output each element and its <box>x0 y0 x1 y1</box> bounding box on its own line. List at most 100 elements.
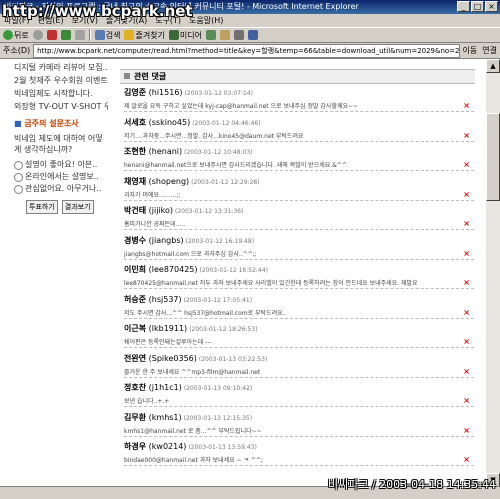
comment-header: 허승준 (hsj537) (2003-01-12 17:05:41) <box>124 294 474 305</box>
comment-header: 전완연 (Spike0356) (2003-01-13 03:22:53) <box>124 353 474 364</box>
vote-button[interactable]: 투표하기 <box>26 200 58 214</box>
comment-author[interactable]: 서세호 <box>124 118 146 127</box>
sidebar-item[interactable]: 외장형 TV-OUT V-SHOT 우.. <box>0 100 108 113</box>
media-label: 미디어 <box>179 30 203 40</box>
comment-header: 채영재 (shopeng) (2003-01-12 12:29:28) <box>124 176 474 187</box>
delete-x-icon[interactable]: × <box>463 396 470 405</box>
delete-x-icon[interactable]: × <box>463 308 470 317</box>
comment-author[interactable]: 정호찬 <box>124 383 146 392</box>
comment-divider <box>124 376 474 378</box>
comment-author[interactable]: 조현한 <box>124 147 146 156</box>
comment-user-id: (kw0214) <box>148 442 187 451</box>
sidebar-item[interactable]: 빅네임제도 시작합니다. <box>0 87 108 100</box>
favorites-button[interactable]: 즐겨찾기 <box>124 30 165 41</box>
comment-author[interactable]: 하경우 <box>124 442 146 451</box>
sidebar-item[interactable]: 2월 첫재주 우수회원 이벤트.. <box>0 74 108 87</box>
comment-author[interactable]: 경병수 <box>124 236 146 245</box>
vertical-scrollbar[interactable]: ▲ ▼ <box>486 59 500 487</box>
comment-user-id: (sskino45) <box>148 117 191 127</box>
refresh-icon[interactable] <box>60 30 71 40</box>
comment-user-id: (jiangbs) <box>148 235 184 245</box>
comment-author[interactable]: 허승준 <box>124 295 146 304</box>
back-arrow-icon <box>3 30 13 40</box>
forward-arrow-icon[interactable] <box>32 30 43 40</box>
poll-option[interactable]: 온라인에서는 설명보.. <box>0 171 108 183</box>
delete-x-icon[interactable]: × <box>463 278 470 287</box>
poll-option-label: 설명이 좋아요! 이븐.. <box>25 160 98 169</box>
radio-button[interactable] <box>14 172 23 182</box>
watermark-url: http://www.bcpark.net <box>2 2 193 20</box>
comment-author[interactable]: 김영준 <box>124 88 146 97</box>
mail-icon[interactable] <box>220 30 231 40</box>
watermark-timestamp: 비씨파크 / 2003-04-18 14:35:44 <box>327 478 496 491</box>
links-button[interactable]: 연결 <box>482 45 500 56</box>
search-label: 검색 <box>105 30 121 40</box>
comment-author[interactable]: 박건태 <box>124 206 146 215</box>
comment-item: 박건태 (jijiko) (2003-01-12 13:31:36) 홈피가니깐 공… <box>124 205 474 230</box>
comment-user-id: (shopeng) <box>148 176 190 186</box>
comment-user-id: (kmhs1) <box>148 412 182 422</box>
comment-divider <box>124 229 474 230</box>
sidebar-item[interactable]: 디지털 카메라 리뷰어 모집.. <box>0 61 108 74</box>
home-icon[interactable] <box>74 30 85 40</box>
delete-x-icon[interactable]: × <box>463 190 470 199</box>
menu-help[interactable]: 도움말(H) <box>189 14 223 27</box>
comment-date: (2003-01-12 04:46:46) <box>192 119 261 127</box>
comment-date: (2003-01-12 16:19:48) <box>185 237 255 245</box>
minimize-button[interactable]: _ <box>457 1 470 12</box>
poll-option[interactable]: 관심없어요. 아무거나.. <box>0 183 108 195</box>
search-button[interactable]: 검색 <box>94 30 121 41</box>
comment-divider <box>124 347 474 348</box>
stop-icon[interactable] <box>46 30 57 40</box>
comment-date: (2003-01-12 16:52:44) <box>199 267 268 274</box>
favorites-label: 즐겨찾기 <box>135 30 165 40</box>
comment-divider <box>124 199 474 201</box>
delete-x-icon[interactable]: × <box>463 337 470 346</box>
scroll-thumb[interactable] <box>486 113 500 201</box>
close-button[interactable]: × <box>485 1 498 12</box>
address-input[interactable]: http://www.bcpark.net/computer/read.html… <box>33 43 460 58</box>
maximize-button[interactable]: □ <box>471 1 484 12</box>
comment-date: (2003-01-13 09:10:42) <box>183 385 253 392</box>
comment-author[interactable]: 김무환 <box>124 413 146 422</box>
comment-item: 서세호 (sskino45) (2003-01-12 04:46:46) 저기...… <box>124 117 474 142</box>
poll-bullet-icon: ■ <box>14 119 22 128</box>
delete-x-icon[interactable]: × <box>463 160 470 169</box>
poll-option-label: 관심없어요. 아무거나.. <box>25 184 102 193</box>
comment-item: 김영준 (hi1516) (2003-01-12 03:07:14) 제 알로올 요… <box>124 87 474 112</box>
delete-x-icon[interactable]: × <box>463 131 470 140</box>
comment-date: (2003-01-12 03:07:14) <box>184 90 253 97</box>
comment-user-id: (Spike0356) <box>148 353 197 363</box>
scroll-up-arrow-icon[interactable]: ▲ <box>486 59 500 73</box>
poll-option[interactable]: 설명이 좋아요! 이븐.. <box>0 159 108 171</box>
media-button[interactable]: 미디어 <box>168 30 203 41</box>
history-icon[interactable] <box>206 30 217 40</box>
radio-button[interactable] <box>14 160 23 170</box>
go-button[interactable]: 이동 <box>463 45 480 56</box>
results-button[interactable]: 결과보기 <box>61 200 94 214</box>
delete-x-icon[interactable]: × <box>463 455 470 464</box>
delete-x-icon[interactable]: × <box>463 249 470 258</box>
delete-x-icon[interactable]: × <box>463 367 470 376</box>
comment-text: 제 알로올 요독 구하고 싶었는데 kyj-cap@hanmail.net 으로… <box>124 103 359 110</box>
toolbar: 뒤로 검색 즐겨찾기 미디어 <box>0 27 500 43</box>
comment-text: jiangbs@hotmail.com 으로 과자주심 감사..^^;; <box>124 250 257 258</box>
comment-author[interactable]: 채영재 <box>124 177 146 186</box>
print-icon[interactable] <box>234 30 245 40</box>
delete-x-icon[interactable]: × <box>463 426 470 435</box>
back-button[interactable]: 뒤로 <box>3 30 29 41</box>
delete-x-icon[interactable]: × <box>463 101 470 110</box>
comment-date: (2003-01-12 10:48:03) <box>184 149 253 156</box>
comment-text: 저기....과자중...주시면...정말..감사...kino45@daum.n… <box>124 132 304 140</box>
edit-icon[interactable] <box>248 30 259 40</box>
comment-header: 박건태 (jijiko) (2003-01-12 13:31:36) <box>124 205 474 216</box>
delete-x-icon[interactable]: × <box>463 219 470 228</box>
comment-author[interactable]: 전완연 <box>124 354 146 363</box>
comment-author[interactable]: 이민희 <box>124 265 146 274</box>
comment-divider <box>124 465 474 466</box>
comment-header: 김영준 (hi1516) (2003-01-12 03:07:14) <box>124 87 474 98</box>
comment-text: 보낸 습니다..+.+ <box>124 398 170 405</box>
radio-button[interactable] <box>14 184 23 194</box>
comment-user-id: (j1h1c1) <box>148 383 182 392</box>
comment-author[interactable]: 이근복 <box>124 324 146 333</box>
